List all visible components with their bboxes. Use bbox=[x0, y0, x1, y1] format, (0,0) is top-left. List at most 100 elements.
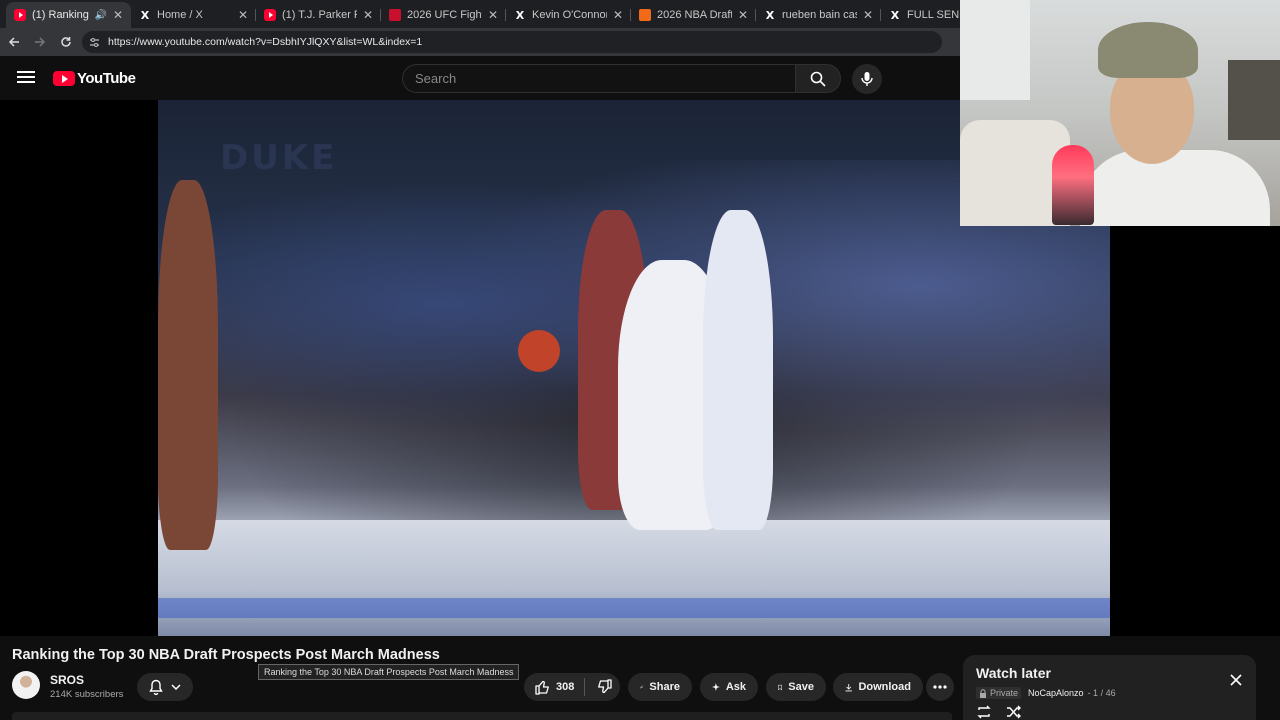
tab-label: Kevin O'Connor on X bbox=[532, 9, 607, 21]
player-figure bbox=[703, 210, 773, 530]
close-tab-icon[interactable]: ✕ bbox=[738, 8, 748, 22]
playlist-controls bbox=[976, 705, 1022, 719]
share-button[interactable]: Share bbox=[628, 673, 692, 701]
tab-label: (1) T.J. Parker Full Coll bbox=[282, 9, 357, 21]
tab-label: (1) Ranking the To bbox=[32, 9, 90, 21]
like-dislike-group: 308 bbox=[524, 673, 620, 701]
channel-avatar[interactable] bbox=[12, 671, 40, 699]
close-tab-icon[interactable]: ✕ bbox=[488, 8, 498, 22]
menu-icon[interactable] bbox=[16, 68, 36, 88]
video-info: Ranking the Top 30 NBA Draft Prospects P… bbox=[0, 636, 960, 720]
x-favicon-icon: X bbox=[765, 8, 775, 22]
youtube-masthead: YouTube bbox=[0, 56, 960, 100]
save-button[interactable]: Save bbox=[766, 673, 826, 701]
description-box-edge bbox=[12, 712, 952, 720]
playlist-panel: Watch later Private NoCapAlonzo - 1 / 46 bbox=[963, 655, 1256, 720]
browser-tab[interactable]: (1) T.J. Parker Full Coll ✕ bbox=[256, 2, 381, 28]
x-favicon-icon: X bbox=[515, 8, 525, 22]
video-title: Ranking the Top 30 NBA Draft Prospects P… bbox=[12, 647, 440, 663]
search-input[interactable] bbox=[403, 65, 796, 92]
webcam-window bbox=[960, 0, 1030, 100]
loop-icon[interactable] bbox=[976, 705, 992, 719]
thumbs-up-icon bbox=[535, 680, 549, 695]
like-count: 308 bbox=[556, 681, 575, 693]
close-tab-icon[interactable]: ✕ bbox=[863, 8, 873, 22]
x-favicon-icon: X bbox=[890, 8, 900, 22]
title-tooltip: Ranking the Top 30 NBA Draft Prospects P… bbox=[258, 664, 520, 680]
ufc-favicon-icon bbox=[389, 9, 401, 21]
webcam-person-cap bbox=[1098, 22, 1198, 78]
nba-favicon-icon bbox=[639, 9, 651, 21]
chevron-down-icon bbox=[171, 684, 181, 691]
webcam-shelf bbox=[1228, 60, 1280, 140]
download-icon bbox=[845, 683, 852, 691]
arena-banner-text: DUKE bbox=[220, 138, 338, 178]
close-tab-icon[interactable]: ✕ bbox=[363, 8, 373, 22]
subscriber-count: 214K subscribers bbox=[50, 689, 124, 700]
reload-icon[interactable] bbox=[54, 30, 78, 54]
youtube-play-icon bbox=[53, 71, 75, 86]
player-figure bbox=[158, 180, 218, 550]
browser-tab[interactable]: X rueben bain cashius h ✕ bbox=[756, 2, 881, 28]
share-icon bbox=[640, 685, 644, 689]
share-label: Share bbox=[649, 681, 680, 693]
save-label: Save bbox=[788, 681, 814, 693]
dislike-button[interactable] bbox=[590, 673, 620, 701]
playlist-title[interactable]: Watch later bbox=[976, 665, 1051, 681]
close-tab-icon[interactable]: ✕ bbox=[613, 8, 623, 22]
youtube-favicon-icon bbox=[14, 9, 26, 21]
bell-icon bbox=[149, 679, 163, 695]
lock-icon bbox=[980, 688, 986, 698]
close-icon[interactable] bbox=[1229, 673, 1243, 687]
privacy-badge: Private bbox=[976, 687, 1022, 699]
channel-name[interactable]: SROS bbox=[50, 673, 84, 687]
forward-arrow-icon[interactable] bbox=[28, 30, 52, 54]
ask-button[interactable]: Ask bbox=[700, 673, 758, 701]
youtube-favicon-icon bbox=[264, 9, 276, 21]
privacy-label: Private bbox=[990, 688, 1019, 698]
thumbs-down-icon bbox=[598, 679, 612, 694]
site-settings-icon[interactable] bbox=[88, 36, 100, 48]
tab-label: 2026 NBA Draft Lotter bbox=[657, 9, 732, 21]
download-label: Download bbox=[858, 681, 911, 693]
shuffle-icon[interactable] bbox=[1006, 705, 1022, 719]
search-icon bbox=[810, 71, 826, 87]
download-button[interactable]: Download bbox=[833, 673, 923, 701]
bookmark-icon bbox=[778, 684, 783, 690]
x-favicon-icon: X bbox=[140, 8, 150, 22]
url-text[interactable]: https://www.youtube.com/watch?v=DsbhIYJl… bbox=[108, 36, 422, 48]
microphone-icon bbox=[861, 72, 873, 86]
ask-label: Ask bbox=[725, 681, 746, 693]
playlist-meta: Private NoCapAlonzo - 1 / 46 bbox=[976, 687, 1116, 699]
browser-tab[interactable]: X Kevin O'Connor on X ✕ bbox=[506, 2, 631, 28]
youtube-logo[interactable]: YouTube bbox=[53, 70, 136, 87]
voice-search-button[interactable] bbox=[852, 64, 882, 94]
search-box[interactable] bbox=[402, 64, 796, 93]
playlist-position: - 1 / 46 bbox=[1087, 688, 1116, 698]
browser-tab[interactable]: X Home / X ✕ bbox=[131, 2, 256, 28]
webcam-microphone bbox=[1052, 145, 1094, 225]
speaker-icon[interactable]: 🔊 bbox=[94, 10, 106, 21]
sparkle-icon bbox=[712, 683, 720, 691]
youtube-wordmark: YouTube bbox=[77, 70, 136, 87]
notifications-button[interactable] bbox=[137, 673, 193, 701]
like-button[interactable]: 308 bbox=[524, 673, 578, 701]
like-divider bbox=[583, 678, 585, 696]
search-button[interactable] bbox=[795, 64, 841, 93]
tab-label: rueben bain cashius h bbox=[782, 9, 857, 21]
back-arrow-icon[interactable] bbox=[2, 30, 26, 54]
browser-tab[interactable]: (1) Ranking the To 🔊 ✕ bbox=[6, 2, 131, 28]
more-actions-button[interactable] bbox=[926, 673, 954, 701]
browser-tab[interactable]: 2026 UFC Fightcenter ✕ bbox=[381, 2, 506, 28]
basketball bbox=[518, 330, 560, 372]
close-tab-icon[interactable]: ✕ bbox=[113, 8, 123, 22]
close-tab-icon[interactable]: ✕ bbox=[238, 8, 248, 22]
tab-label: 2026 UFC Fightcenter bbox=[407, 9, 482, 21]
browser-tab[interactable]: 2026 NBA Draft Lotter ✕ bbox=[631, 2, 756, 28]
court-stripe bbox=[158, 598, 1110, 618]
address-bar[interactable]: https://www.youtube.com/watch?v=DsbhIYJl… bbox=[82, 31, 942, 53]
court-floor bbox=[158, 520, 1110, 636]
tab-label: Home / X bbox=[157, 9, 203, 21]
playlist-owner[interactable]: NoCapAlonzo bbox=[1028, 688, 1084, 698]
more-horizontal-icon bbox=[933, 685, 947, 689]
